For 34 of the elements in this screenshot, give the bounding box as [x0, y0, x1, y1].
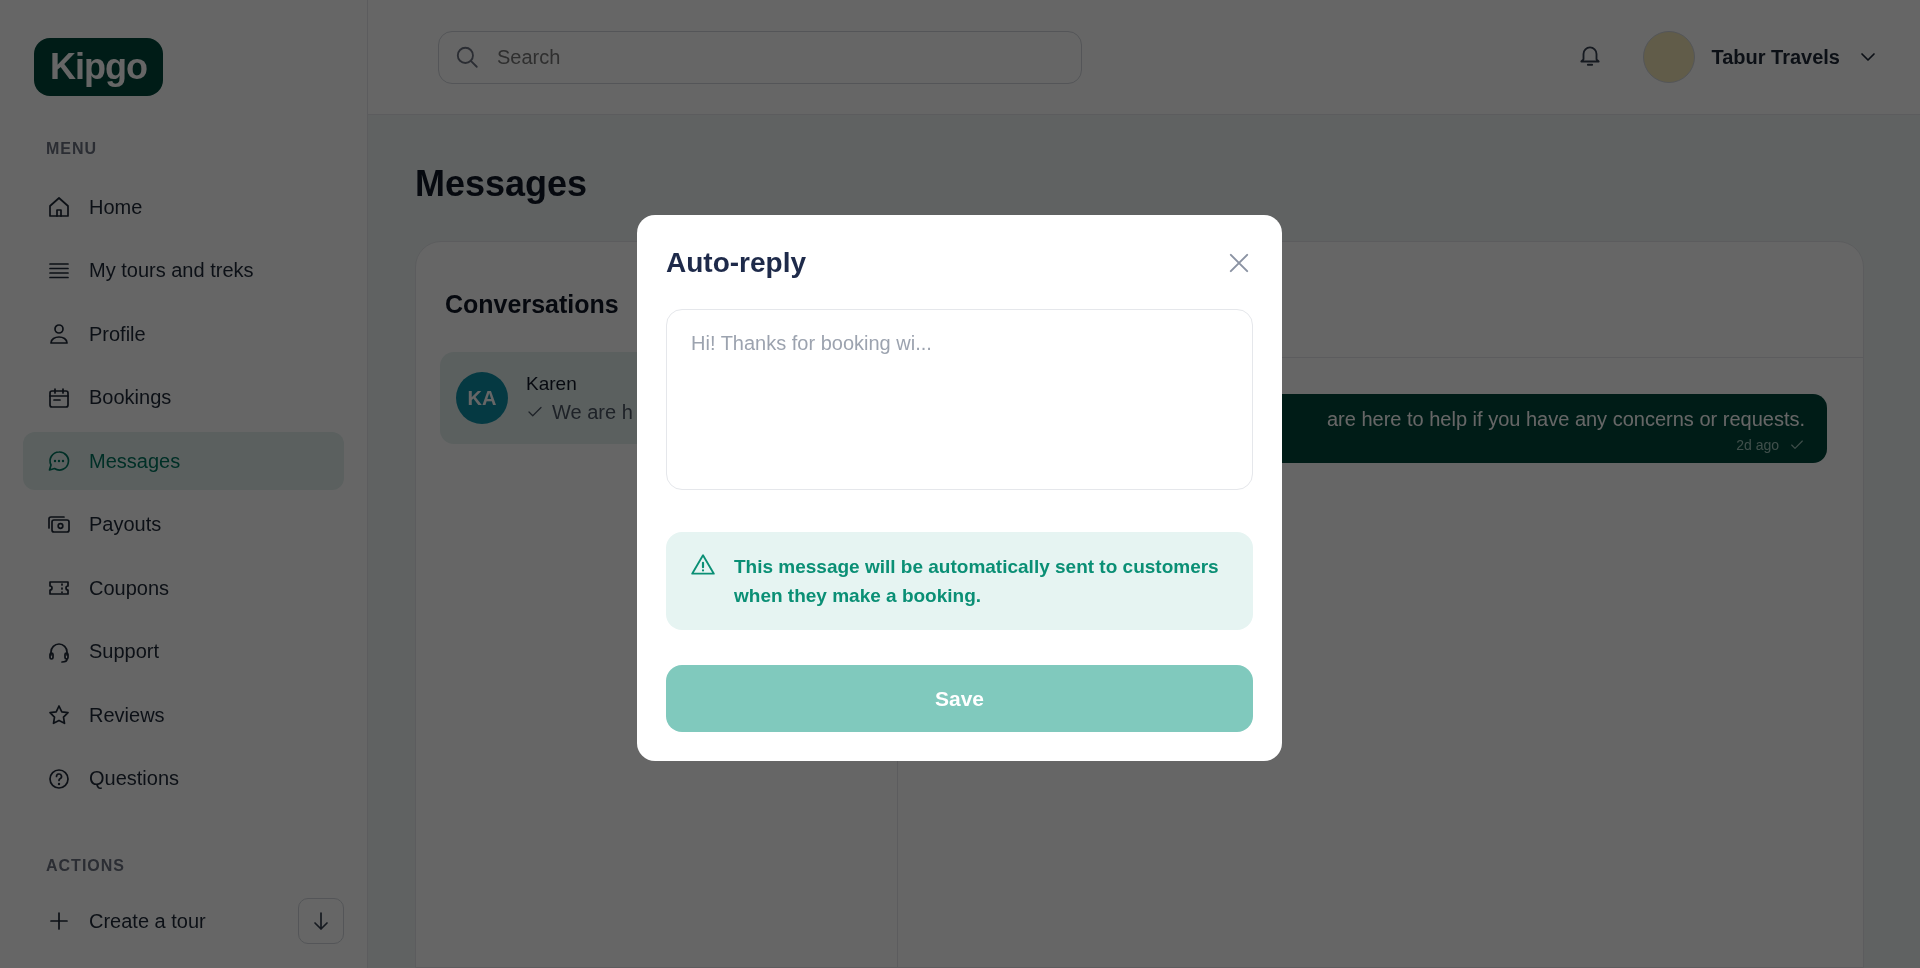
nav-item[interactable]: Payouts [23, 495, 344, 554]
nav-item[interactable]: Messages [23, 432, 344, 490]
nav-item[interactable]: Create a tour [23, 895, 230, 947]
message-text: are here to help if you have any concerns or requests. [1326, 408, 1805, 431]
nav-item[interactable]: Bookings [23, 368, 344, 427]
notice-text: This message will be automatically sent to customers when they make a booking. [734, 555, 1220, 608]
section-title: Conversations [445, 290, 619, 319]
nav-item[interactable]: Profile [23, 305, 344, 363]
chat-bubble-icon [47, 449, 71, 473]
nav-item[interactable]: Home [23, 178, 344, 236]
avatar: KA [456, 372, 508, 424]
nav-item[interactable]: Questions [23, 749, 344, 808]
scroll-down-button[interactable] [298, 898, 344, 944]
home-icon [47, 195, 71, 219]
nav-item[interactable]: Support [23, 622, 344, 681]
section-label: MENU [46, 140, 99, 158]
logo[interactable]: Kipgo [34, 38, 163, 96]
dialog-title: Auto-reply [666, 247, 806, 279]
account-menu[interactable]: Tabur Travels [1643, 31, 1880, 83]
message-time: 2d ago [1736, 437, 1779, 453]
question-icon [47, 766, 71, 791]
contact-name: Karen [526, 372, 578, 395]
reply-field[interactable]: Hi! Thanks for booking wi... [666, 309, 1253, 490]
nav-item[interactable]: Reviews [23, 686, 344, 744]
star-icon [47, 703, 71, 727]
page-title: Messages [415, 163, 589, 205]
person-icon [47, 322, 71, 346]
message-preview: We are h [552, 400, 633, 424]
calendar-icon [47, 385, 71, 410]
nav-item[interactable]: My tours and treks [23, 241, 344, 300]
section-label: ACTIONS [46, 857, 126, 875]
warning-icon [690, 552, 716, 578]
nav-item[interactable]: Coupons [23, 559, 344, 617]
plus-icon [47, 909, 71, 933]
